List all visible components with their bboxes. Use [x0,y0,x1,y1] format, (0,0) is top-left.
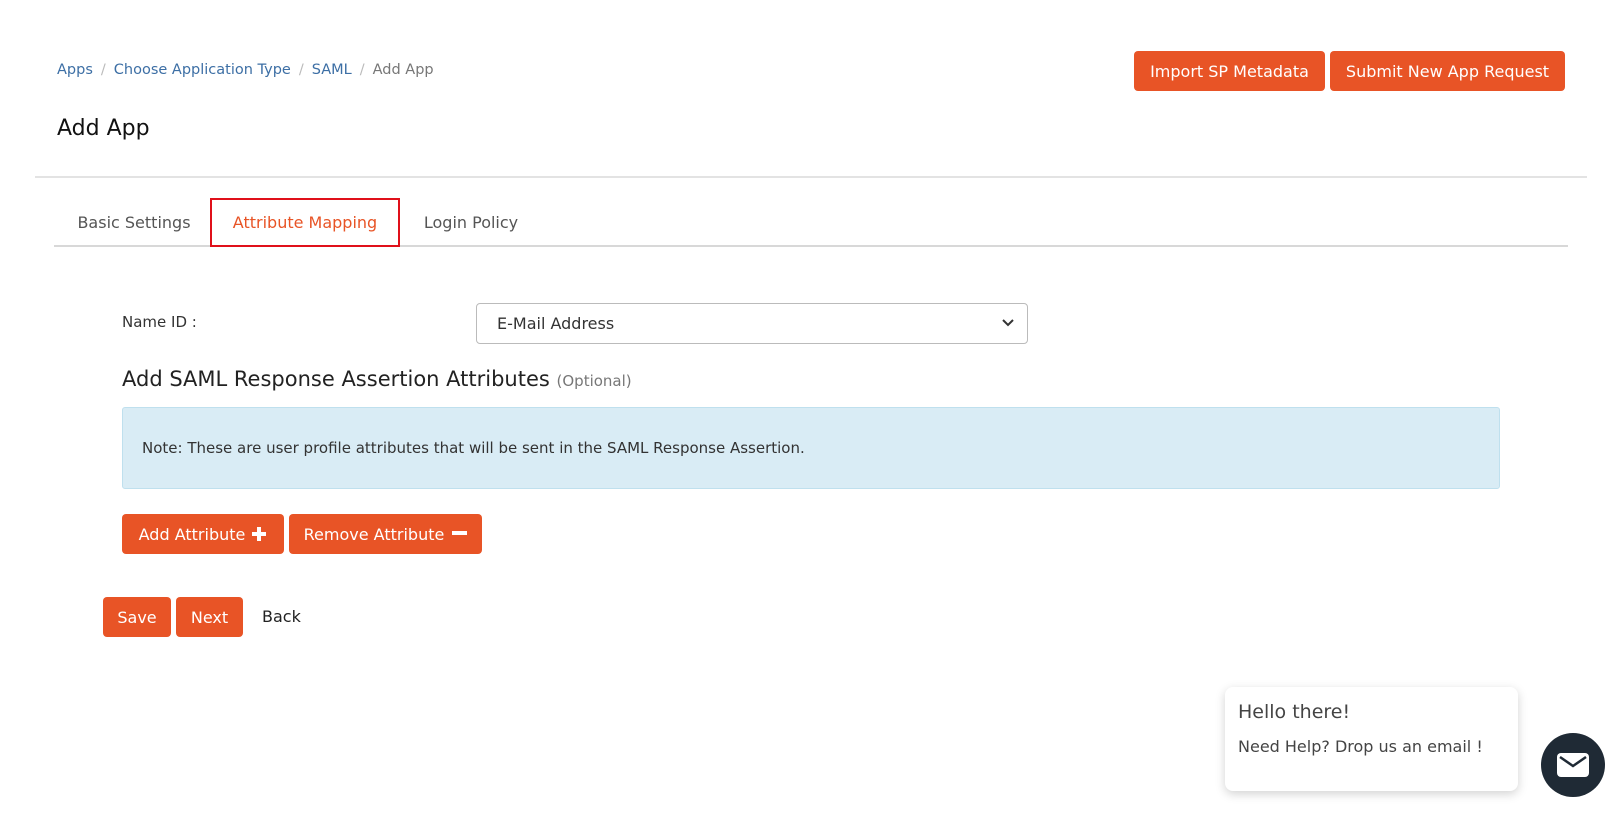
tab-basic-settings[interactable]: Basic Settings [59,198,209,247]
submit-new-app-request-button[interactable]: Submit New App Request [1330,51,1565,91]
chat-message: Need Help? Drop us an email ! [1238,737,1483,756]
save-button[interactable]: Save [103,597,171,637]
chat-greeting: Hello there! [1238,701,1351,723]
chevron-down-icon [1002,319,1014,327]
mail-icon [1557,753,1589,777]
breadcrumb-apps[interactable]: Apps [57,62,93,78]
section-title-text: Add SAML Response Assertion Attributes [122,367,550,391]
tab-attribute-mapping[interactable]: Attribute Mapping [210,198,400,247]
minus-icon [452,531,468,535]
breadcrumb-separator: / [100,62,106,78]
import-sp-metadata-button[interactable]: Import SP Metadata [1134,51,1325,91]
remove-attribute-label: Remove Attribute [303,524,445,544]
chat-bubble[interactable]: Hello there! Need Help? Drop us an email… [1225,687,1518,791]
tab-login-policy[interactable]: Login Policy [406,198,536,247]
breadcrumb-choose-application-type[interactable]: Choose Application Type [114,62,291,78]
tab-bar: Basic Settings Attribute Mapping Login P… [54,198,1568,247]
add-attribute-button[interactable]: Add Attribute [122,514,284,554]
remove-attribute-button[interactable]: Remove Attribute [289,514,482,554]
breadcrumb-separator: / [359,62,365,78]
name-id-select[interactable]: E-Mail Address [476,303,1028,344]
breadcrumb-saml[interactable]: SAML [312,62,352,78]
optional-label: (Optional) [556,372,632,390]
chat-mail-button[interactable] [1541,733,1605,797]
add-attribute-label: Add Attribute [138,524,246,544]
name-id-label: Name ID : [122,313,197,331]
divider [35,176,1587,178]
breadcrumb-separator: / [298,62,304,78]
name-id-value: E-Mail Address [497,314,615,333]
page-title: Add App [57,116,150,141]
next-button[interactable]: Next [176,597,243,637]
breadcrumb-current: Add App [372,62,434,78]
back-link[interactable]: Back [262,607,301,626]
plus-icon [252,527,267,541]
info-note: Note: These are user profile attributes … [122,407,1500,489]
breadcrumb: Apps / Choose Application Type / SAML / … [57,62,434,78]
section-title: Add SAML Response Assertion Attributes (… [122,367,632,391]
